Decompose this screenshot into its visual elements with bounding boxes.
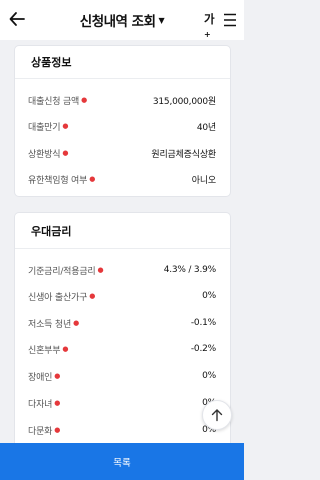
- scroll-to-top-button[interactable]: [202, 400, 232, 430]
- row-value: -0.2%: [190, 344, 216, 354]
- row-value: 아니오: [191, 175, 216, 186]
- font-size-icon[interactable]: 가+: [204, 11, 220, 39]
- rate-row: 장애인 ● 0%: [28, 369, 216, 383]
- required-mark: ●: [54, 425, 61, 434]
- required-mark: ●: [89, 174, 96, 183]
- row-label: 신생아 출산가구: [28, 292, 88, 303]
- row-value: 4.3% / 3.9%: [163, 265, 216, 275]
- required-mark: ●: [73, 318, 79, 327]
- required-mark: ●: [54, 371, 61, 380]
- row-label: 대출신청 금액: [28, 96, 80, 107]
- preferential-rate-card: 우대금리 기준금리/적용금리 ● 4.3% / 3.9% 신생아 출산가구 ● 0%…: [14, 212, 231, 452]
- product-info-row: 상환방식 ● 원리금체증식상환: [28, 146, 216, 160]
- list-button-label: 목록: [113, 457, 131, 469]
- row-value: 원리금체증식상환: [151, 149, 216, 160]
- required-mark: ●: [62, 148, 69, 157]
- font-size-label: 가: [204, 12, 215, 26]
- row-label: 기준금리/적용금리: [28, 266, 96, 277]
- row-label: 다자녀: [28, 399, 53, 410]
- rate-row: 다자녀● 0%: [28, 396, 216, 410]
- required-mark: ●: [62, 344, 69, 353]
- required-mark: ●: [54, 398, 61, 407]
- row-value: 40년: [196, 122, 216, 133]
- rate-row: 다문화 ● 0%: [28, 423, 216, 437]
- required-mark: ●: [97, 265, 104, 274]
- rate-row: 신생아 출산가구 ● 0%: [28, 289, 216, 303]
- required-mark: ●: [62, 121, 69, 130]
- list-button[interactable]: 목록: [0, 443, 244, 480]
- preferential-rate-title: 우대금리: [15, 213, 230, 249]
- row-label: 상환방식: [28, 149, 61, 160]
- rate-row: 저소득 청년 ● -0.1%: [28, 316, 216, 330]
- row-value: 0%: [202, 291, 216, 301]
- product-info-row: 대출만기 ● 40년: [28, 119, 216, 133]
- row-label: 대출만기: [28, 122, 61, 133]
- back-arrow-icon[interactable]: [8, 9, 26, 29]
- rate-row: 기준금리/적용금리 ● 4.3% / 3.9%: [28, 263, 216, 277]
- product-info-title: 상품정보: [15, 46, 230, 79]
- row-label: 장애인: [28, 372, 53, 383]
- row-label: 유한책임형 여부: [28, 175, 88, 186]
- product-info-card: 상품정보 대출신청 금액 ● 315,000,000원 대출만기 ● 40년 상환방…: [14, 45, 231, 197]
- row-value: 0%: [202, 371, 216, 381]
- font-size-plus: +: [204, 30, 211, 39]
- page-title-text: 신청내역 조회: [79, 14, 156, 30]
- row-label: 저소득 청년: [28, 319, 72, 330]
- rate-row: 신혼부부 ● -0.2%: [28, 342, 216, 356]
- product-info-row: 유한책임형 여부 ● 아니오: [28, 172, 216, 186]
- required-mark: ●: [89, 291, 96, 300]
- app-header: 신청내역 조회 ▼ 가+: [0, 0, 244, 40]
- arrow-up-icon: [211, 409, 223, 422]
- row-label: 다문화: [28, 426, 53, 437]
- page-title[interactable]: 신청내역 조회 ▼: [79, 10, 165, 30]
- row-value: -0.1%: [190, 318, 216, 328]
- row-value: 315,000,000원: [152, 96, 216, 107]
- required-mark: ●: [81, 95, 88, 104]
- hamburger-menu-icon[interactable]: [224, 13, 236, 27]
- row-label: 신혼부부: [28, 345, 61, 356]
- caret-down-icon: ▼: [158, 15, 165, 25]
- product-info-row: 대출신청 금액 ● 315,000,000원: [28, 93, 216, 107]
